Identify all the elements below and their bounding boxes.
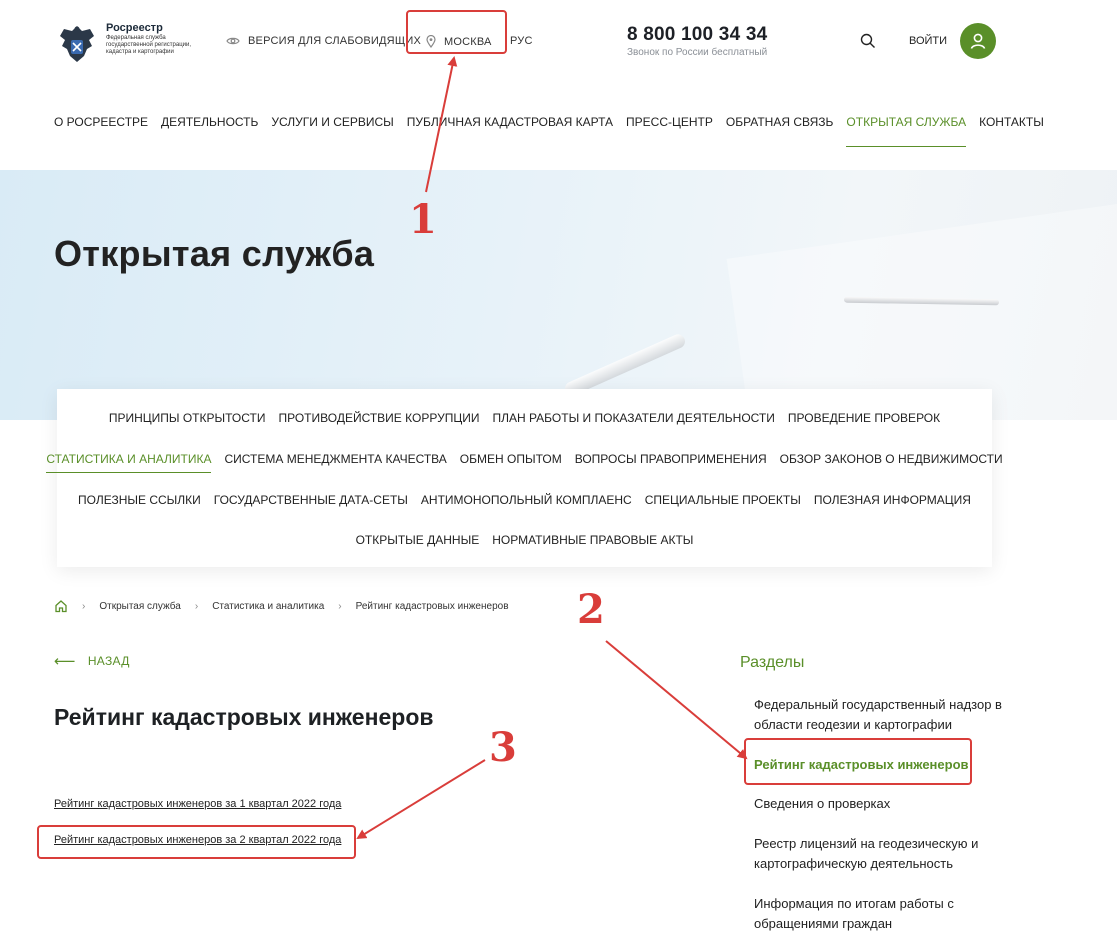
hotline-phone[interactable]: 8 800 100 34 34 — [627, 24, 767, 46]
logo-name: Росреестр — [106, 22, 163, 34]
eye-icon — [226, 37, 240, 45]
logo[interactable]: Росреестр Федеральная служба государстве… — [54, 22, 198, 68]
back-label: НАЗАД — [87, 654, 130, 668]
sidebar-item-geodesy-supervision[interactable]: Федеральный государственный надзор в обл… — [754, 695, 1004, 735]
breadcrumb-separator: › — [338, 600, 342, 612]
hero-title: Открытая служба — [54, 233, 375, 274]
annotation-arrow — [605, 640, 748, 760]
search-icon[interactable] — [860, 33, 876, 49]
breadcrumb: › Открытая служба › Статистика и аналити… — [54, 599, 509, 613]
submenu-item-open-data[interactable]: ОТКРЫТЫЕ ДАННЫЕ — [356, 533, 480, 547]
sidebar-item-inspections-info[interactable]: Сведения о проверках — [754, 794, 1004, 814]
submenu-row: СТАТИСТИКА И АНАЛИТИКА СИСТЕМА МЕНЕДЖМЕН… — [46, 452, 1003, 473]
submenu-item-law-review[interactable]: ОБЗОР ЗАКОНОВ О НЕДВИЖИМОСТИ — [780, 452, 1003, 466]
language-label: РУС — [510, 35, 533, 47]
annotation-number: 2 — [577, 586, 605, 633]
back-link[interactable]: ⟵ НАЗАД — [54, 652, 130, 670]
breadcrumb-item[interactable]: Открытая служба — [99, 601, 181, 612]
page-title: Рейтинг кадастровых инженеров — [54, 704, 434, 730]
annotation-box-region — [406, 10, 507, 54]
document-link[interactable]: Рейтинг кадастровых инженеров за 1 кварт… — [54, 798, 341, 810]
hero-pen-decoration — [562, 332, 688, 398]
submenu-item-inspections[interactable]: ПРОВЕДЕНИЕ ПРОВЕРОК — [788, 411, 940, 425]
nav-item-about[interactable]: О РОСРЕЕСТРЕ — [54, 115, 148, 129]
sidebar-item-license-registry[interactable]: Реестр лицензий на геодезическую и карто… — [754, 834, 1004, 874]
nav-item-contacts[interactable]: КОНТАКТЫ — [979, 115, 1044, 129]
submenu-item-work-plan[interactable]: ПЛАН РАБОТЫ И ПОКАЗАТЕЛИ ДЕЯТЕЛЬНОСТИ — [492, 411, 774, 425]
breadcrumb-separator: › — [194, 600, 199, 612]
breadcrumb-current: Рейтинг кадастровых инженеров — [355, 600, 509, 612]
submenu-item-special-projects[interactable]: СПЕЦИАЛЬНЫЕ ПРОЕКТЫ — [645, 493, 801, 507]
submenu-row: ПРИНЦИПЫ ОТКРЫТОСТИ ПРОТИВОДЕЙСТВИЕ КОРР… — [57, 411, 992, 425]
submenu-item-openness-principles[interactable]: ПРИНЦИПЫ ОТКРЫТОСТИ — [109, 411, 266, 425]
language-switch[interactable]: РУС — [510, 35, 533, 47]
arrow-left-icon: ⟵ — [54, 653, 76, 670]
breadcrumb-item[interactable]: Статистика и аналитика — [212, 601, 324, 612]
sidebar-title: Разделы — [740, 654, 805, 671]
annotation-number: 3 — [489, 724, 517, 771]
submenu-item-experience-exchange[interactable]: ОБМЕН ОПЫТОМ — [460, 452, 562, 466]
submenu-item-quality-management[interactable]: СИСТЕМА МЕНЕДЖМЕНТА КАЧЕСТВА — [224, 452, 446, 466]
hero-paper-decoration — [726, 203, 1117, 420]
annotation-number: 1 — [409, 196, 437, 243]
submenu-row: ПОЛЕЗНЫЕ ССЫЛКИ ГОСУДАРСТВЕННЫЕ ДАТА-СЕТ… — [57, 493, 992, 507]
nav-item-open-service[interactable]: ОТКРЫТАЯ СЛУЖБА — [846, 115, 966, 147]
annotation-box-q2-link — [37, 825, 356, 859]
nav-item-activity[interactable]: ДЕЯТЕЛЬНОСТЬ — [161, 115, 258, 129]
submenu-item-law-enforcement[interactable]: ВОПРОСЫ ПРАВОПРИМЕНЕНИЯ — [575, 452, 767, 466]
nav-item-press-center[interactable]: ПРЕСС-ЦЕНТР — [626, 115, 713, 129]
hero-banner: Открытая служба — [0, 170, 1117, 420]
annotation-arrow — [356, 759, 486, 840]
breadcrumb-separator: › — [82, 600, 86, 612]
nav-item-services[interactable]: УСЛУГИ И СЕРВИСЫ — [271, 115, 393, 129]
login-link[interactable]: ВОЙТИ — [909, 35, 947, 47]
submenu-item-statistics[interactable]: СТАТИСТИКА И АНАЛИТИКА — [46, 452, 212, 473]
submenu-row: ОТКРЫТЫЕ ДАННЫЕ НОРМАТИВНЫЕ ПРАВОВЫЕ АКТ… — [57, 533, 992, 547]
submenu-item-antimonopoly[interactable]: АНТИМОНОПОЛЬНЫЙ КОМПЛАЕНС — [421, 493, 632, 507]
submenu-item-anti-corruption[interactable]: ПРОТИВОДЕЙСТВИЕ КОРРУПЦИИ — [278, 411, 479, 425]
user-icon — [970, 33, 986, 49]
accessibility-version-label: ВЕРСИЯ ДЛЯ СЛАБОВИДЯЩИХ — [248, 35, 421, 47]
submenu-item-useful-info[interactable]: ПОЛЕЗНАЯ ИНФОРМАЦИЯ — [814, 493, 971, 507]
home-icon[interactable] — [54, 599, 68, 613]
submenu-item-legal-acts[interactable]: НОРМАТИВНЫЕ ПРАВОВЫЕ АКТЫ — [492, 533, 693, 547]
user-account-button[interactable] — [960, 23, 996, 59]
nav-item-cadastral-map[interactable]: ПУБЛИЧНАЯ КАДАСТРОВАЯ КАРТА — [407, 115, 613, 129]
nav-item-feedback[interactable]: ОБРАТНАЯ СВЯЗЬ — [726, 115, 834, 129]
rosreestr-emblem-icon — [60, 26, 94, 62]
hotline-note: Звонок по России бесплатный — [627, 47, 768, 58]
annotation-box-sidebar-rating — [744, 738, 972, 785]
logo-subtitle: Федеральная служба государственной регис… — [106, 35, 191, 55]
open-service-submenu: ПРИНЦИПЫ ОТКРЫТОСТИ ПРОТИВОДЕЙСТВИЕ КОРР… — [46, 389, 1003, 567]
main-navigation: О РОСРЕЕСТРЕ ДЕЯТЕЛЬНОСТЬ УСЛУГИ И СЕРВИ… — [54, 115, 1057, 147]
accessibility-version-link[interactable]: ВЕРСИЯ ДЛЯ СЛАБОВИДЯЩИХ — [226, 35, 421, 47]
sidebar-item-appeals-info[interactable]: Информация по итогам работы с обращениям… — [754, 894, 1004, 934]
submenu-item-datasets[interactable]: ГОСУДАРСТВЕННЫЕ ДАТА-СЕТЫ — [214, 493, 408, 507]
submenu-item-useful-links[interactable]: ПОЛЕЗНЫЕ ССЫЛКИ — [78, 493, 201, 507]
